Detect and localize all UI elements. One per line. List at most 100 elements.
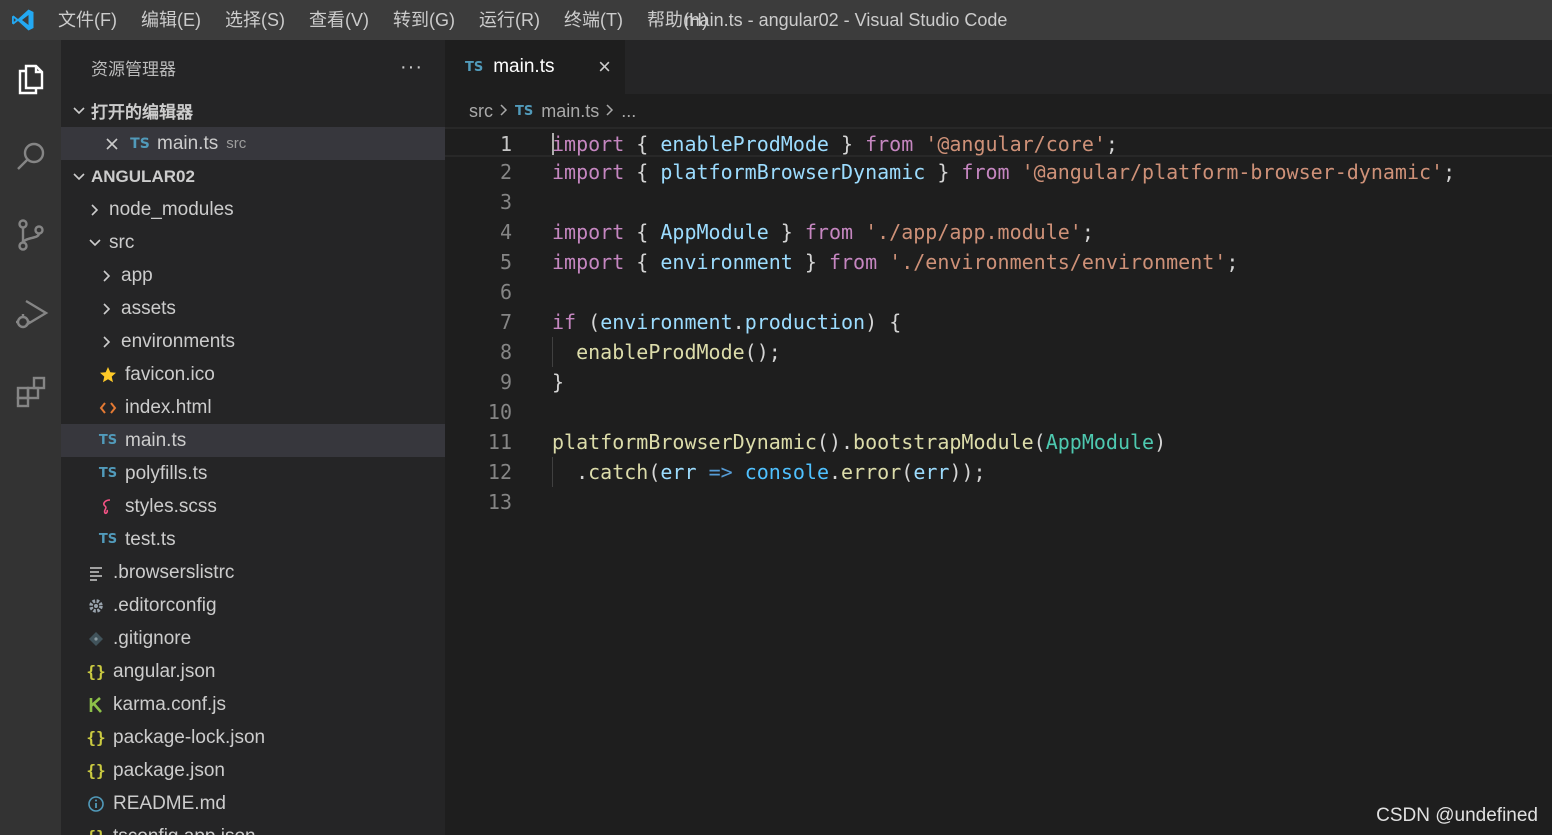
- open-editor-item[interactable]: TS main.ts src: [61, 127, 445, 160]
- activity-bar: [0, 40, 61, 835]
- code-token: {: [624, 250, 661, 274]
- tree-file[interactable]: .gitignore: [61, 622, 445, 655]
- code-token: AppModule: [1045, 430, 1155, 454]
- tree-file[interactable]: TS main.ts: [61, 424, 445, 457]
- menu-item[interactable]: 编辑(E): [129, 0, 213, 40]
- file-tree: node_modules src app assets environments favi…: [61, 193, 445, 835]
- tree-item-label: index.html: [125, 396, 212, 418]
- tree-file[interactable]: {} angular.json: [61, 655, 445, 688]
- breadcrumb-more[interactable]: ...: [621, 101, 636, 122]
- menu-item[interactable]: 查看(V): [297, 0, 381, 40]
- tree-file[interactable]: {} tsconfig.app.json: [61, 820, 445, 835]
- chevron-right-icon: [605, 101, 615, 122]
- tree-item-label: environments: [121, 330, 236, 352]
- code-token: './environments/environment': [889, 250, 1227, 274]
- search-icon[interactable]: [0, 118, 61, 196]
- tab-main-ts[interactable]: TS main.ts ×: [445, 40, 625, 94]
- code-token: enableProdMode: [660, 132, 829, 156]
- line-number: 10: [487, 400, 512, 424]
- code-token: ) {: [865, 310, 902, 334]
- text-cursor: [552, 133, 554, 155]
- code-token: bootstrapModule: [853, 430, 1034, 454]
- close-icon[interactable]: [101, 137, 123, 151]
- project-header[interactable]: ANGULAR02: [61, 160, 445, 193]
- open-editors-label: 打开的编辑器: [91, 103, 193, 122]
- open-editor-name: main.ts: [157, 132, 219, 154]
- code-token: AppModule: [660, 220, 769, 244]
- tree-item-label: README.md: [113, 792, 226, 814]
- code-token: }: [768, 220, 805, 244]
- sidebar-header: 资源管理器 ···: [61, 40, 445, 94]
- tab-label: main.ts: [493, 56, 555, 77]
- code-line: 8 enableProdMode();: [445, 337, 1552, 367]
- code-editor[interactable]: 1 import { enableProdMode } from '@angula…: [445, 127, 1552, 835]
- explorer-icon[interactable]: [0, 40, 61, 118]
- tree-item-label: favicon.ico: [125, 363, 215, 385]
- open-editors-header[interactable]: 打开的编辑器: [61, 94, 445, 127]
- code-token: import: [552, 250, 625, 274]
- extensions-icon[interactable]: [0, 352, 61, 430]
- tree-folder[interactable]: src: [61, 226, 445, 259]
- menu-item[interactable]: 终端(T): [552, 0, 635, 40]
- sass-icon: [97, 498, 119, 516]
- code-text: import { platformBrowserDynamic } from '…: [552, 157, 1455, 187]
- tree-file[interactable]: karma.conf.js: [61, 688, 445, 721]
- tree-folder[interactable]: assets: [61, 292, 445, 325]
- tree-file[interactable]: {} package.json: [61, 754, 445, 787]
- more-actions-icon[interactable]: ···: [400, 56, 423, 79]
- tree-file[interactable]: TS polyfills.ts: [61, 457, 445, 490]
- line-number: 11: [487, 430, 512, 454]
- ts-icon: TS: [515, 103, 534, 119]
- run-debug-icon[interactable]: [0, 274, 61, 352]
- tree-item-label: karma.conf.js: [113, 693, 226, 715]
- tree-file[interactable]: {} package-lock.json: [61, 721, 445, 754]
- menu-item[interactable]: 文件(F): [46, 0, 129, 40]
- menu-item[interactable]: 转到(G): [381, 0, 467, 40]
- tree-file[interactable]: styles.scss: [61, 490, 445, 523]
- karma-icon: [85, 696, 107, 714]
- code-token: production: [744, 310, 866, 334]
- chevron-down-icon: [67, 104, 91, 118]
- code-text: platformBrowserDynamic().bootstrapModule…: [552, 427, 1166, 457]
- code-text: .catch(err => console.error(err));: [552, 457, 985, 487]
- tree-file[interactable]: .editorconfig: [61, 589, 445, 622]
- chevron-down-icon: [85, 236, 105, 250]
- tree-item-label: test.ts: [125, 528, 176, 550]
- tree-item-label: polyfills.ts: [125, 462, 208, 484]
- tree-file[interactable]: index.html: [61, 391, 445, 424]
- code-text: import { enableProdMode } from '@angular…: [552, 129, 1118, 159]
- menu-item[interactable]: 选择(S): [213, 0, 297, 40]
- code-line: 13: [445, 487, 1552, 517]
- menu-bar: 文件(F) 编辑(E) 选择(S) 查看(V) 转到(G) 运行(R) 终端(T) 帮助(H): [46, 0, 720, 40]
- line-number: 12: [487, 460, 512, 484]
- breadcrumb-folder[interactable]: src: [469, 101, 493, 122]
- close-icon[interactable]: ×: [598, 54, 611, 80]
- tree-file[interactable]: .browserslistrc: [61, 556, 445, 589]
- code-line: 5 import { environment } from './environm…: [445, 247, 1552, 277]
- tree-folder[interactable]: app: [61, 259, 445, 292]
- tree-folder[interactable]: node_modules: [61, 193, 445, 226]
- tree-file[interactable]: favicon.ico: [61, 358, 445, 391]
- vscode-logo-icon: [0, 0, 46, 40]
- json-icon: {}: [85, 827, 107, 835]
- code-line: 3: [445, 187, 1552, 217]
- line-number: 13: [487, 490, 512, 514]
- code-token: }: [925, 160, 962, 184]
- menu-item[interactable]: 帮助(H): [635, 0, 720, 40]
- code-token: ;: [1443, 160, 1456, 184]
- tree-folder[interactable]: environments: [61, 325, 445, 358]
- code-token: ): [1154, 430, 1167, 454]
- breadcrumb-file[interactable]: main.ts: [541, 101, 599, 122]
- menu-item[interactable]: 运行(R): [467, 0, 552, 40]
- code-line: 4 import { AppModule } from './app/app.mo…: [445, 217, 1552, 247]
- code-token: ;: [1105, 132, 1118, 156]
- source-control-icon[interactable]: [0, 196, 61, 274]
- tree-file[interactable]: README.md: [61, 787, 445, 820]
- chevron-right-icon: [97, 335, 117, 349]
- code-line: 11 platformBrowserDynamic().bootstrapModu…: [445, 427, 1552, 457]
- code-token: import: [552, 220, 625, 244]
- tree-file[interactable]: TS test.ts: [61, 523, 445, 556]
